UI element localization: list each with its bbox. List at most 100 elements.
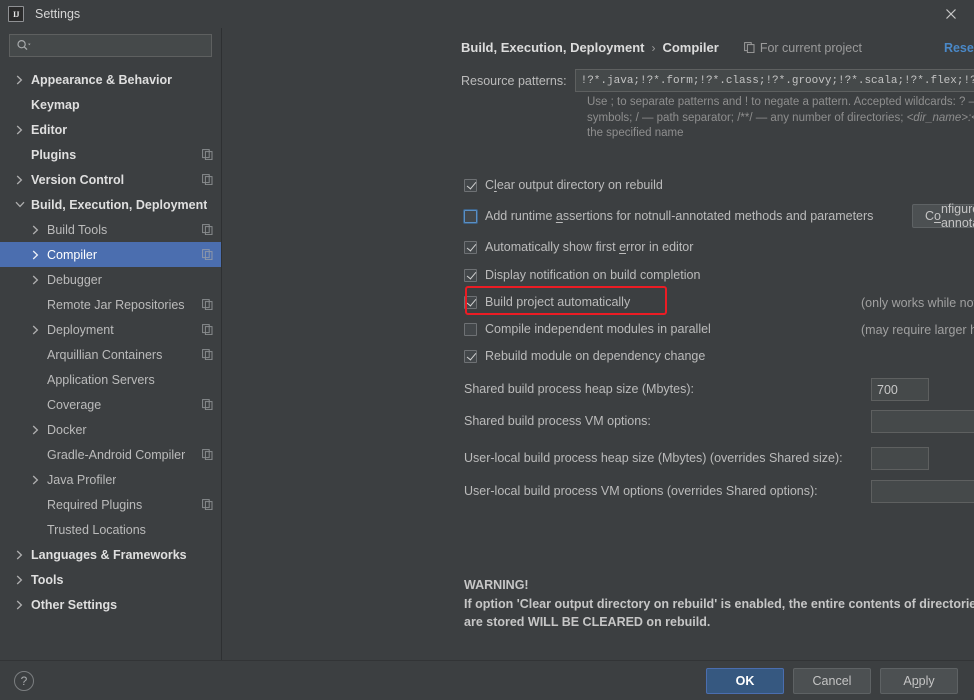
sidebar-item-keymap[interactable]: Keymap [0, 92, 221, 117]
sidebar-item-java-profiler[interactable]: Java Profiler [0, 467, 221, 492]
warning-text: WARNING! If option 'Clear output directo… [464, 576, 974, 632]
checkbox-compile-independent-modules-in-parallel[interactable]: Compile independent modules in parallel [464, 322, 711, 336]
field-label-user-local-build-process-heap-size-mbytes-overri: User-local build process heap size (Mbyt… [464, 451, 843, 465]
field-label-shared-build-process-heap-size-mbytes: Shared build process heap size (Mbytes): [464, 382, 694, 396]
chevron-right-icon[interactable] [30, 249, 41, 260]
sidebar-item-coverage[interactable]: Coverage [0, 392, 221, 417]
field-label: Shared build process VM options: [464, 414, 651, 428]
sidebar-item-label: Compiler [47, 247, 98, 262]
label-text-rest: ear output directory on rebuild [496, 178, 663, 192]
input-shared-build-process-heap-size-mbytes[interactable]: 700 [871, 378, 929, 401]
sidebar-item-build-tools[interactable]: Build Tools [0, 217, 221, 242]
sidebar-item-other-settings[interactable]: Other Settings [0, 592, 221, 617]
sidebar-item-version-control[interactable]: Version Control [0, 167, 221, 192]
settings-tree: Appearance & Behavior Keymap Editor Plugins… [0, 67, 221, 617]
checkbox-add-runtime-assertions-for-notnull-annotated-met[interactable]: Add runtime assertions for notnull-annot… [464, 209, 873, 223]
button-label-rest: ply [918, 673, 935, 688]
copy-settings-icon [202, 299, 213, 310]
option-note: (may require larger heap size) [861, 323, 974, 337]
checkbox-label: Display notification on build completion [485, 268, 700, 282]
input-user-local-build-process-vm-options-overrides-sh[interactable] [871, 480, 974, 503]
chevron-right-icon[interactable] [14, 174, 25, 185]
copy-settings-icon [202, 499, 213, 510]
sidebar-item-arquillian-containers[interactable]: Arquillian Containers [0, 342, 221, 367]
close-icon[interactable] [928, 0, 974, 28]
checkbox-empty-icon[interactable] [464, 322, 477, 336]
input-user-local-build-process-heap-size-mbytes-overri[interactable] [871, 447, 929, 470]
chevron-right-icon[interactable] [14, 574, 25, 585]
cancel-button[interactable]: Cancel [793, 667, 871, 694]
copy-settings-icon [743, 42, 755, 53]
checkbox-label: Add runtime assertions for notnull-annot… [485, 209, 873, 223]
chevron-right-icon[interactable] [30, 224, 41, 235]
checkmark-icon[interactable] [464, 268, 477, 282]
intellij-logo-icon: IJ [8, 6, 24, 22]
sidebar-item-label: Appearance & Behavior [31, 72, 173, 87]
label-text-rest: ssertions for notnull-annotated methods … [562, 209, 874, 223]
sidebar-item-label: Java Profiler [47, 472, 117, 487]
sidebar-item-gradle-android-compiler[interactable]: Gradle-Android Compiler [0, 442, 221, 467]
checkbox-label: Automatically show first error in editor [485, 240, 693, 254]
configure-annotations-button[interactable]: Configure annotations... [912, 202, 974, 230]
checkmark-icon[interactable] [464, 240, 477, 254]
dialog-footer: ? OK Cancel Ap ply [0, 660, 974, 700]
copy-settings-icon [202, 224, 213, 235]
input-shared-build-process-vm-options[interactable] [871, 410, 974, 433]
checkbox-build-project-automatically[interactable]: Build project automatically [464, 295, 630, 309]
sidebar-item-docker[interactable]: Docker [0, 417, 221, 442]
sidebar-item-debugger[interactable]: Debugger [0, 267, 221, 292]
label-text: Add runtime [485, 209, 556, 223]
checkbox-display-notification-on-build-completion[interactable]: Display notification on build completion [464, 268, 700, 282]
ok-button[interactable]: OK [706, 667, 784, 694]
sidebar-item-appearance-behavior[interactable]: Appearance & Behavior [0, 67, 221, 92]
sidebar-item-label: Application Servers [47, 372, 155, 387]
sidebar-item-label: Remote Jar Repositories [47, 297, 185, 312]
chevron-down-icon[interactable] [14, 199, 25, 210]
checkbox-clear-output-directory-on-rebuild[interactable]: Clear output directory on rebuild [464, 178, 663, 192]
sidebar-item-trusted-locations[interactable]: Trusted Locations [0, 517, 221, 542]
sidebar-item-plugins[interactable]: Plugins [0, 142, 221, 167]
sidebar-item-required-plugins[interactable]: Required Plugins [0, 492, 221, 517]
resource-patterns-input[interactable]: !?*.java;!?*.form;!?*.class;!?*.groovy;!… [574, 69, 974, 92]
sidebar-item-remote-jar-repositories[interactable]: Remote Jar Repositories [0, 292, 221, 317]
input-value: 700 [877, 382, 898, 397]
chevron-right-icon[interactable] [30, 324, 41, 335]
resource-patterns-row: Resource patterns: !?*.java;!?*.form;!?*… [461, 69, 974, 92]
button-label-text: A [903, 673, 912, 688]
chevron-right-icon[interactable] [30, 424, 41, 435]
breadcrumb-current: Compiler [662, 40, 719, 55]
checkmark-icon[interactable] [464, 178, 477, 192]
checkbox-automatically-show-first-error-in-editor[interactable]: Automatically show first error in editor [464, 240, 693, 254]
field-label-user-local-build-process-vm-options-overrides-sh: User-local build process VM options (ove… [464, 484, 818, 498]
checkbox-label: Clear output directory on rebuild [485, 178, 663, 192]
sidebar-item-tools[interactable]: Tools [0, 567, 221, 592]
apply-button[interactable]: Ap ply [880, 667, 958, 694]
sidebar-item-languages-frameworks[interactable]: Languages & Frameworks [0, 542, 221, 567]
chevron-right-icon[interactable] [14, 599, 25, 610]
chevron-right-icon[interactable] [30, 474, 41, 485]
checkbox-label: Build project automatically [485, 295, 630, 309]
checkmark-icon[interactable] [464, 349, 477, 363]
checkbox-rebuild-module-on-dependency-change[interactable]: Rebuild module on dependency change [464, 349, 705, 363]
checkmark-icon[interactable] [464, 295, 477, 309]
sidebar-item-deployment[interactable]: Deployment [0, 317, 221, 342]
chevron-right-icon[interactable] [14, 74, 25, 85]
sidebar-item-application-servers[interactable]: Application Servers [0, 367, 221, 392]
help-button[interactable]: ? [14, 670, 34, 691]
search-icon [16, 39, 31, 52]
sidebar-item-label: Plugins [31, 147, 77, 162]
sidebar-item-label: Coverage [47, 397, 102, 412]
sidebar-item-editor[interactable]: Editor [0, 117, 221, 142]
breadcrumb-root[interactable]: Build, Execution, Deployment [461, 40, 644, 55]
chevron-right-icon[interactable] [14, 549, 25, 560]
search-input[interactable] [9, 34, 212, 57]
project-scope-label: For current project [759, 40, 862, 55]
chevron-right-icon[interactable] [30, 274, 41, 285]
settings-sidebar: Appearance & Behavior Keymap Editor Plugins… [0, 28, 222, 660]
sidebar-item-compiler[interactable]: Compiler [0, 242, 221, 267]
chevron-right-icon[interactable] [14, 124, 25, 135]
button-label-text: C [925, 209, 935, 223]
checkbox-empty-icon[interactable] [464, 209, 477, 223]
sidebar-item-build-execution-deployment[interactable]: Build, Execution, Deployment [0, 192, 221, 217]
reset-link[interactable]: Reset [944, 41, 974, 55]
